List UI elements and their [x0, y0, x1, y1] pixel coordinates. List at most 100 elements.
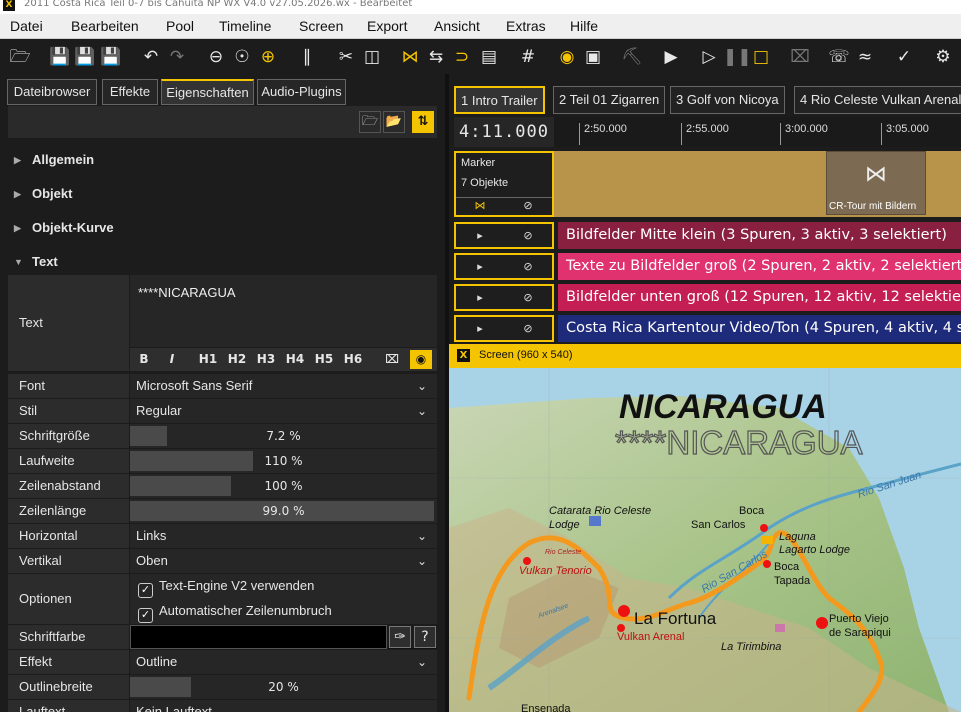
tab-eigenschaften[interactable]: Eigenschaften [161, 79, 254, 105]
disable-icon[interactable]: ⊘ [514, 227, 542, 244]
preview-eye-icon[interactable]: ◉ [555, 45, 579, 69]
save-icon[interactable]: 💾 [48, 45, 72, 69]
group-objekt[interactable]: ▶ Objekt [8, 181, 437, 207]
group-objekt-kurve[interactable]: ▶ Objekt-Kurve [8, 215, 437, 241]
marker-object[interactable]: ⋈ CR-Tour mit Bildern [826, 151, 926, 215]
zoom-out-icon[interactable]: ⊖ [204, 45, 228, 69]
open-folder-icon[interactable]: 🗁 [8, 45, 32, 69]
tab-audio-plugins[interactable]: Audio-Plugins [257, 79, 346, 105]
menu-export[interactable]: Export [367, 18, 407, 34]
split-icon[interactable]: ◫ [360, 45, 384, 69]
text-input[interactable]: ****NICARAGUA [130, 275, 437, 347]
font-select[interactable]: Microsoft Sans Serif ⌄ [130, 374, 437, 398]
color-swatch[interactable] [130, 625, 387, 649]
swap-icon[interactable]: ⇆ [424, 45, 448, 69]
clear-format-icon[interactable]: ⌧ [381, 350, 403, 369]
track-bildfelder-unten[interactable]: ▸ ⊘ Bildfelder unten groß (12 Spuren, 12… [454, 284, 961, 311]
menu-timeline[interactable]: Timeline [219, 18, 271, 34]
horizontal-select[interactable]: Links ⌄ [130, 524, 437, 548]
outlinebreite-slider[interactable]: 20 % [130, 675, 437, 699]
grid-icon[interactable]: # [516, 45, 540, 69]
collapse-icon[interactable]: ⇅ [412, 111, 434, 133]
h5-button[interactable]: H5 [313, 350, 335, 369]
text-engine-checkbox[interactable]: ✓ Text-Engine V2 verwenden [138, 578, 314, 598]
bold-button[interactable]: B [133, 350, 155, 369]
effekt-select[interactable]: Outline ⌄ [130, 650, 437, 674]
disable-icon[interactable]: ⊘ [514, 198, 542, 215]
menu-extras[interactable]: Extras [506, 18, 546, 34]
tab-project-3[interactable]: 3 Golf von Nicoya [670, 86, 785, 114]
group-text[interactable]: ▼ Text [8, 249, 437, 275]
menu-ansicht[interactable]: Ansicht [434, 18, 480, 34]
menu-hilfe[interactable]: Hilfe [570, 18, 598, 34]
lauftext-select[interactable]: Kein Lauftext [130, 700, 437, 712]
zeilenabstand-slider[interactable]: 100 % [130, 474, 437, 498]
close-box-icon[interactable]: ⌧ [788, 45, 812, 69]
save-as-icon[interactable]: 💾 [73, 45, 97, 69]
zoom-in-icon[interactable]: ⊕ [256, 45, 280, 69]
track-texte-bildfelder[interactable]: ▸ ⊘ Texte zu Bildfelder groß (2 Spuren, … [454, 253, 961, 280]
disable-icon[interactable]: ⊘ [514, 289, 542, 306]
checklist-icon[interactable]: ✓ [892, 45, 916, 69]
stop-icon[interactable]: □ [749, 45, 773, 69]
tab-project-1[interactable]: 1 Intro Trailer [454, 86, 545, 114]
time-ruler[interactable]: 4:11.000 2:50.000 2:55.000 3:00.000 3:05… [454, 117, 961, 147]
track-bildfelder-mitte[interactable]: ▸ ⊘ Bildfelder Mitte klein (3 Spuren, 3 … [454, 222, 961, 249]
h4-button[interactable]: H4 [284, 350, 306, 369]
magnet-icon[interactable]: ⊃ [450, 45, 474, 69]
help-icon[interactable]: ? [414, 626, 436, 648]
h6-button[interactable]: H6 [342, 350, 364, 369]
undo-icon[interactable]: ↶ [139, 45, 163, 69]
marker-track[interactable]: Marker 7 Objekte ⋈ ⊘ ⋈ CR-Tour mit Bilde… [454, 151, 961, 217]
group-allgemein[interactable]: ▶ Allgemein [8, 147, 437, 173]
tab-project-2[interactable]: 2 Teil 01 Zigarren [553, 86, 666, 114]
pause-icon[interactable]: ❚❚ [723, 45, 752, 69]
tab-project-4[interactable]: 4 Rio Celeste Vulkan Arenal [794, 86, 961, 114]
cross-fade-icon[interactable]: ⋈ [398, 45, 422, 69]
expand-track-icon[interactable]: ▸ [466, 320, 494, 337]
schriftgroesse-slider[interactable]: 7.2 % [130, 424, 437, 448]
marker-icon[interactable]: ⋈ [466, 198, 494, 215]
menu-bearbeiten[interactable]: Bearbeiten [71, 18, 139, 34]
map-preview[interactable]: NICARAGUA ****NICARAGUA Catarata Rio Cel… [449, 368, 961, 712]
markers-icon[interactable]: ∥ [295, 45, 319, 69]
menu-pool[interactable]: Pool [166, 18, 194, 34]
eyedropper-icon[interactable]: ✑ [389, 626, 411, 648]
menu-datei[interactable]: Datei [10, 18, 43, 34]
expand-track-icon[interactable]: ▸ [466, 258, 494, 275]
monitor-icon[interactable]: ▣ [581, 45, 605, 69]
ruler-icon[interactable]: ▤ [477, 45, 501, 69]
redo-icon[interactable]: ↷ [165, 45, 189, 69]
expand-track-icon[interactable]: ▸ [466, 289, 494, 306]
h3-button[interactable]: H3 [255, 350, 277, 369]
settings-gear-icon[interactable]: ⚙ [931, 45, 955, 69]
voice-icon[interactable]: ☏ [827, 45, 851, 69]
folder-icon[interactable]: 🗁 [359, 111, 381, 133]
open-folder-icon[interactable]: 📂 [383, 111, 405, 133]
tab-dateibrowser[interactable]: Dateibrowser [7, 79, 97, 105]
zoom-fit-icon[interactable]: ☉ [230, 45, 254, 69]
clapper-icon[interactable]: ▶ [659, 45, 683, 69]
preview-eye-icon[interactable]: ◉ [410, 350, 432, 369]
track-kartentour[interactable]: ▸ ⊘ Costa Rica Kartentour Video/Ton (4 S… [454, 315, 961, 342]
disable-icon[interactable]: ⊘ [514, 320, 542, 337]
save-all-icon[interactable]: 💾 [99, 45, 123, 69]
record-icon[interactable]: ⛏ [620, 45, 644, 69]
laufweite-slider[interactable]: 110 % [130, 449, 437, 473]
h1-button[interactable]: H1 [197, 350, 219, 369]
cut-icon[interactable]: ✂ [334, 45, 358, 69]
expand-track-icon[interactable]: ▸ [466, 227, 494, 244]
wifi-icon[interactable]: ≈ [853, 45, 877, 69]
stil-select[interactable]: Regular ⌄ [130, 399, 437, 423]
menu-screen[interactable]: Screen [299, 18, 343, 34]
h2-button[interactable]: H2 [226, 350, 248, 369]
screen-preview-window[interactable]: X Screen (960 x 540) NICARAGUA ****NICAR… [449, 344, 961, 712]
disable-icon[interactable]: ⊘ [514, 258, 542, 275]
screen-title-bar[interactable]: X Screen (960 x 540) [449, 344, 961, 368]
zeilenlaenge-slider[interactable]: 99.0 % [130, 499, 437, 523]
zeilenumbruch-checkbox[interactable]: ✓ Automatischer Zeilenumbruch [138, 603, 332, 623]
vertikal-select[interactable]: Oben ⌄ [130, 549, 437, 573]
play-icon[interactable]: ▷ [697, 45, 721, 69]
italic-button[interactable]: I [161, 350, 183, 369]
tab-effekte[interactable]: Effekte [102, 79, 158, 105]
